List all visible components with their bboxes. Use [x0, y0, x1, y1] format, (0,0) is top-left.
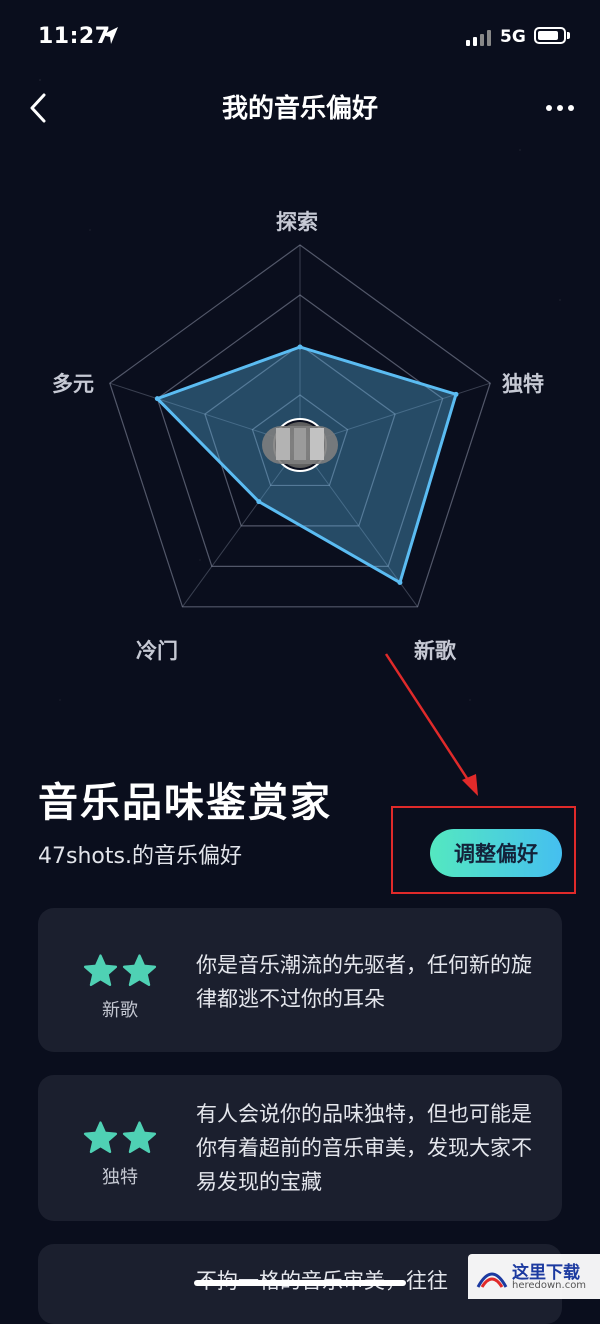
battery-tip	[567, 32, 570, 39]
radar-chart-svg	[109, 244, 491, 608]
signal-icon	[466, 30, 491, 46]
taste-headline: 音乐品味鉴赏家	[38, 780, 332, 826]
user-preference-subtitle: 47shots.的音乐偏好	[38, 844, 242, 869]
watermark-logo-icon	[476, 1272, 508, 1288]
more-dot-icon	[546, 105, 552, 111]
card-badge-label: 新歌	[102, 1000, 138, 1021]
star-icon	[122, 954, 157, 987]
axis-label-diverse: 多元	[52, 372, 94, 396]
preference-radar-chart: 探索 独特 新歌 冷门 多元	[0, 180, 600, 700]
radar-data-point	[297, 344, 303, 350]
card-badge: 独特	[82, 1119, 158, 1189]
adjust-preferences-button[interactable]: 调整偏好	[430, 829, 562, 877]
more-dot-icon	[568, 105, 574, 111]
page-title: 我的音乐偏好	[221, 94, 378, 124]
home-indicator	[194, 1280, 406, 1286]
axis-label-unique: 独特	[502, 372, 544, 396]
radar-data-point	[256, 499, 262, 505]
more-options-button[interactable]	[536, 88, 584, 128]
annotation-arrow	[384, 653, 478, 796]
location-arrow-icon	[102, 27, 118, 44]
watermark: 这里下载 heredown.com	[468, 1254, 600, 1299]
star-icon	[83, 1121, 118, 1154]
radar-data-point	[453, 391, 459, 397]
radar-data-point	[154, 396, 160, 402]
card-badge: 新歌	[82, 952, 158, 1022]
status-bar: 11:27 5G	[0, 0, 600, 76]
preference-card-unique: 独特 有人会说你的品味独特，但也可能是你有着超前的音乐审美，发现大家不易发现的宝…	[38, 1075, 562, 1221]
preference-card-new-songs: 新歌 你是音乐潮流的先驱者，任何新的旋律都逃不过你的耳朵	[38, 908, 562, 1052]
card-description: 你是音乐潮流的先驱者，任何新的旋律都逃不过你的耳朵	[196, 953, 532, 1011]
radar-data-point	[397, 580, 403, 586]
more-dot-icon	[557, 105, 563, 111]
battery-icon	[534, 27, 566, 44]
star-icon	[83, 954, 118, 987]
network-type: 5G	[500, 27, 526, 47]
card-badge-label: 独特	[102, 1167, 138, 1188]
nav-bar: 我的音乐偏好	[0, 76, 600, 140]
watermark-url: heredown.com	[512, 1280, 587, 1291]
star-icon	[122, 1121, 157, 1154]
star-rating	[82, 952, 158, 990]
card-description: 有人会说你的品味独特，但也可能是你有着超前的音乐审美，发现大家不易发现的宝藏	[196, 1102, 532, 1194]
axis-label-niche: 冷门	[136, 639, 178, 663]
axis-label-explore: 探索	[276, 210, 318, 234]
star-rating	[82, 1119, 158, 1157]
